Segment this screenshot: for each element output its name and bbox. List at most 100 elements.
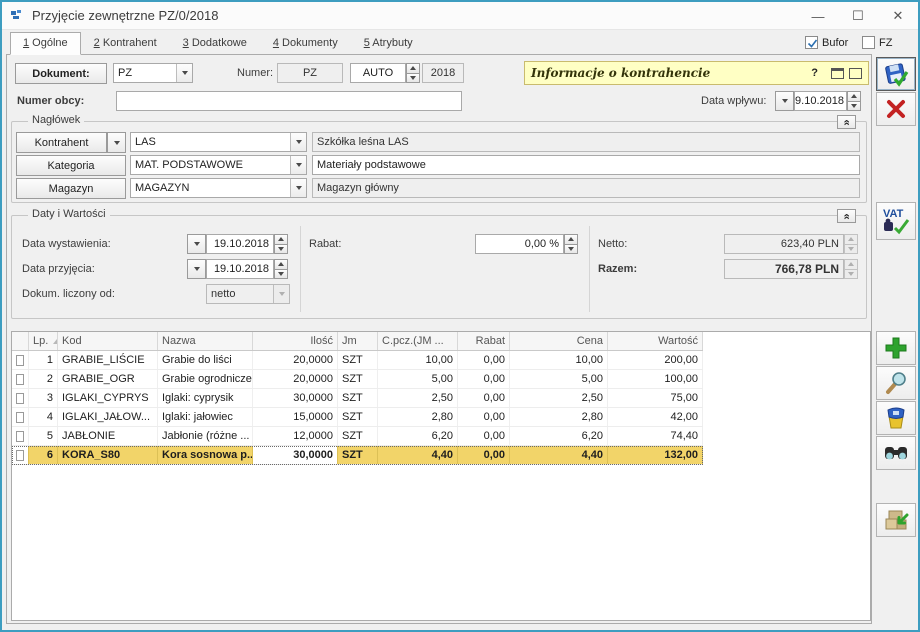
table-row[interactable]: 1 GRABIE_LIŚCIE Grabie do liści 20,0000 … [12, 351, 703, 370]
data-wplywu-spinner[interactable] [847, 91, 861, 111]
header-kod[interactable]: Kod [58, 332, 158, 350]
data-wystawienia-spinner[interactable] [274, 234, 288, 254]
kategoria-code-combo[interactable]: MAT. PODSTAWOWE [130, 155, 307, 175]
tab-dodatkowe[interactable]: 3 Dodatkowe [170, 32, 260, 55]
row-checkbox[interactable] [16, 355, 24, 366]
chevron-down-icon[interactable] [290, 179, 306, 197]
tab-dokumenty[interactable]: 4 Dokumenty [260, 32, 351, 55]
magazyn-name-field: Magazyn główny [312, 178, 860, 198]
kontrahent-code-combo[interactable]: LAS [130, 132, 307, 152]
magazyn-button[interactable]: Magazyn [16, 178, 126, 199]
cancel-button[interactable] [876, 92, 916, 126]
data-przyjecia-label: Data przyjęcia: [22, 263, 95, 275]
info-kontrahent-banner[interactable]: Informacje o kontrahencie ? [524, 61, 869, 85]
table-row-selected[interactable]: 6 KORA_S80 Kora sosnowa p... 30,0000 SZT… [12, 446, 703, 465]
help-icon[interactable]: ? [811, 67, 818, 79]
rabat-spinner[interactable] [564, 234, 578, 254]
data-wystawienia-label: Data wystawienia: [22, 238, 111, 250]
row-checkbox[interactable] [16, 412, 24, 423]
numer-year-field: 2018 [422, 63, 464, 83]
header-rabat[interactable]: Rabat [458, 332, 510, 350]
chevron-down-icon[interactable] [290, 133, 306, 151]
bufor-checkbox[interactable]: Bufor [805, 36, 848, 49]
cancel-x-icon [885, 98, 907, 120]
data-wystawienia-dropdown[interactable] [187, 234, 206, 254]
minimize-button[interactable]: — [798, 2, 838, 30]
kategoria-button[interactable]: Kategoria [16, 155, 126, 176]
kontrahent-name-field: Szkółka leśna LAS [312, 132, 860, 152]
header-wartosc[interactable]: Wartość [608, 332, 703, 350]
table-row[interactable]: 2 GRABIE_OGR Grabie ogrodnicze 20,0000 S… [12, 370, 703, 389]
dokument-button[interactable]: Dokument: [15, 63, 107, 84]
rabat-field[interactable]: 0,00 % [475, 234, 564, 254]
header-checkbox-column [12, 332, 29, 350]
netto-label: Netto: [598, 238, 627, 250]
close-button[interactable]: ✕ [878, 2, 918, 30]
dokument-type-combo[interactable]: PZ [113, 63, 193, 83]
save-button[interactable] [876, 57, 916, 91]
header-lp[interactable]: Lp. [29, 332, 58, 350]
find-button[interactable] [876, 436, 916, 470]
magazyn-code-combo[interactable]: MAGAZYN [130, 178, 307, 198]
trash-icon [885, 406, 907, 430]
header-nazwa[interactable]: Nazwa [158, 332, 253, 350]
netto-spinner [844, 234, 858, 254]
header-cena[interactable]: Cena [510, 332, 608, 350]
quantity-edit-cell[interactable]: 30,0000 [253, 446, 338, 464]
delete-button[interactable] [876, 401, 916, 435]
chevron-down-icon[interactable] [290, 156, 306, 174]
data-wystawienia-field[interactable]: 19.10.2018 [206, 234, 274, 254]
tab-ogolne[interactable]: 1 Ogólne [10, 32, 81, 55]
row-checkbox[interactable] [16, 374, 24, 385]
dokum-liczony-combo: netto [206, 284, 290, 304]
data-wplywu-label: Data wpływu: [701, 95, 766, 107]
banner-title: Informacje o kontrahencie [531, 66, 811, 80]
daty-wartosci-groupbox: Daty i Wartości « Data wystawienia: 19.1… [11, 215, 867, 319]
chevron-down-icon [273, 285, 289, 303]
kontrahent-button[interactable]: Kontrahent [16, 132, 107, 153]
fz-label: FZ [879, 37, 892, 49]
kategoria-name-field[interactable]: Materiały podstawowe [312, 155, 860, 175]
collapse-naglowek-button[interactable]: « [837, 115, 856, 129]
numer-prefix-field: PZ [277, 63, 343, 83]
document-window: Przyjęcie zewnętrzne PZ/0/2018 — ☐ ✕ 1 O… [0, 0, 920, 632]
rabat-label: Rabat: [309, 238, 341, 250]
data-przyjecia-field[interactable]: 19.10.2018 [206, 259, 274, 279]
collapse-daty-button[interactable]: « [837, 209, 856, 223]
magnifier-icon [884, 371, 908, 395]
vat-button[interactable]: VAT [876, 202, 916, 240]
kontrahent-split-arrow[interactable] [107, 132, 126, 153]
numer-spinner[interactable] [406, 63, 420, 83]
popout-panel-icon[interactable] [831, 68, 844, 79]
import-button[interactable] [876, 503, 916, 537]
add-plus-icon [884, 336, 908, 360]
numer-label: Numer: [237, 67, 273, 79]
table-row[interactable]: 4 IGLAKI_JAŁOW... Iglaki: jałowiec 15,00… [12, 408, 703, 427]
data-wplywu-dropdown[interactable] [775, 91, 794, 111]
row-checkbox[interactable] [16, 431, 24, 442]
header-ilosc[interactable]: Ilość [253, 332, 338, 350]
tab-atrybuty[interactable]: 5 Atrybuty [351, 32, 426, 55]
checkbox-checked-icon [805, 36, 818, 49]
header-cpcz[interactable]: C.pcz.(JM ... [378, 332, 458, 350]
binoculars-icon [883, 443, 909, 463]
maximize-button[interactable]: ☐ [838, 2, 878, 30]
add-button[interactable] [876, 331, 916, 365]
numer-auto-field[interactable]: AUTO [350, 63, 406, 83]
row-checkbox[interactable] [16, 393, 24, 404]
fz-checkbox[interactable]: FZ [862, 36, 892, 49]
naglowek-groupbox: Nagłówek « Kontrahent LAS Szkółka leśna … [11, 121, 867, 203]
data-przyjecia-dropdown[interactable] [187, 259, 206, 279]
data-przyjecia-spinner[interactable] [274, 259, 288, 279]
numer-obcy-input[interactable] [116, 91, 462, 111]
import-package-icon [883, 507, 909, 533]
header-jm[interactable]: Jm [338, 332, 378, 350]
tab-kontrahent[interactable]: 2 Kontrahent [81, 32, 170, 55]
data-wplywu-field[interactable]: 19.10.2018 [794, 91, 847, 111]
table-row[interactable]: 5 JABŁONIE Jabłonie (różne ... 12,0000 S… [12, 427, 703, 446]
chevron-down-icon[interactable] [176, 64, 192, 82]
table-row[interactable]: 3 IGLAKI_CYPRYS Iglaki: cyprysik 30,0000… [12, 389, 703, 408]
edit-button[interactable] [876, 366, 916, 400]
row-checkbox[interactable] [16, 450, 24, 461]
expand-panel-icon[interactable] [849, 68, 862, 79]
